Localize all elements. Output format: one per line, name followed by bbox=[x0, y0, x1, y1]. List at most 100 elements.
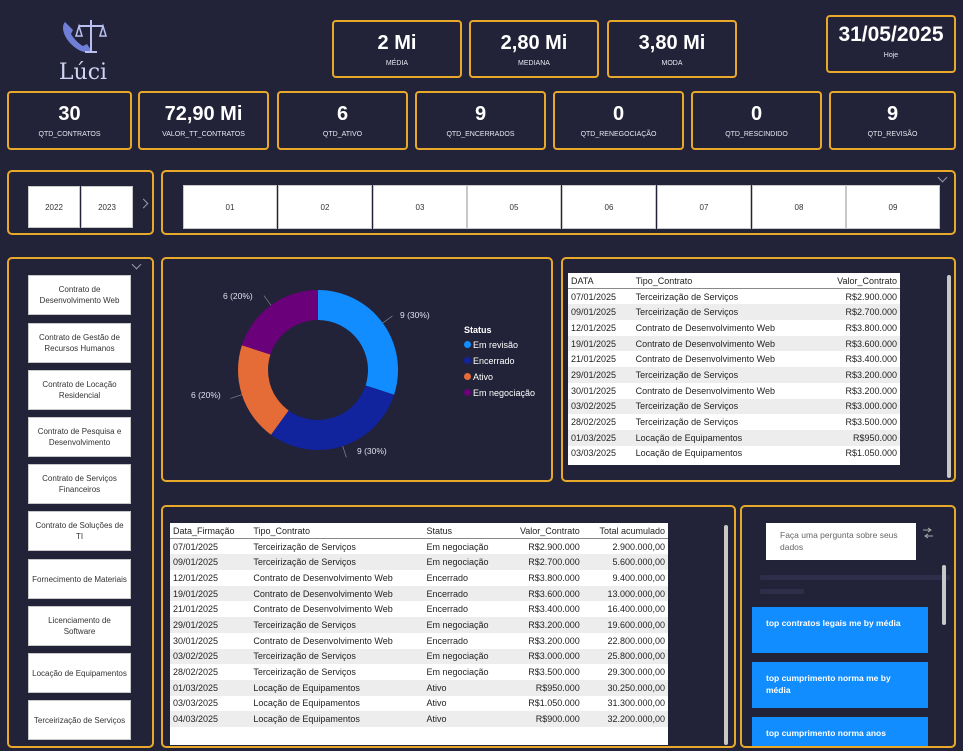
table-row[interactable]: 01/03/2025 Locação de Equipamentos Ativo R$… bbox=[170, 679, 668, 696]
table-header-cell[interactable]: Status bbox=[423, 523, 505, 540]
kpi-label: QTD_REVISÃO bbox=[867, 131, 918, 138]
kpi-label: MODA bbox=[661, 60, 683, 67]
chevron-down-icon[interactable] bbox=[131, 259, 142, 270]
table-row[interactable]: 03/02/2025 Terceirização de Serviços R$3.0… bbox=[568, 398, 900, 415]
table-row[interactable]: 12/01/2025 Contrato de Desenvolvimento We… bbox=[170, 570, 668, 586]
table-row[interactable]: 03/02/2025 Terceirização de Serviços Em ne… bbox=[170, 648, 668, 665]
table-row[interactable]: 09/01/2025 Terceirização de Serviços Em ne… bbox=[170, 554, 668, 571]
kpi-hoje: 31/05/2025 Hoje bbox=[826, 15, 956, 73]
type-button[interactable]: Fornecimento de Materiais bbox=[28, 559, 131, 599]
table-row[interactable]: 29/01/2025 Terceirização de Serviços R$3.2… bbox=[568, 367, 900, 383]
month-button[interactable]: 02 bbox=[278, 185, 372, 229]
type-button[interactable]: Locação de Equipamentos bbox=[28, 653, 131, 693]
suggestion-button[interactable]: top cumprimento norma me by média bbox=[752, 662, 928, 708]
table-header-cell[interactable]: Valor_Contrato bbox=[816, 273, 900, 290]
kpi-value: 9 bbox=[474, 103, 487, 125]
month-button[interactable]: 05 bbox=[467, 185, 561, 229]
table-cell: 16.400.000,00 bbox=[607, 604, 665, 615]
table-header-cell[interactable]: Tipo_Contrato bbox=[632, 273, 817, 290]
kpi-value: 0 bbox=[612, 103, 625, 125]
kpi-value: 31/05/2025 bbox=[838, 23, 944, 46]
type-button[interactable]: Contrato de Desenvolvimento Web bbox=[28, 275, 131, 315]
scrollbar[interactable] bbox=[947, 275, 951, 478]
table-cell: 29.300.000,00 bbox=[607, 667, 665, 678]
table-row[interactable]: 21/01/2025 Contrato de Desenvolvimento We… bbox=[568, 351, 900, 367]
table-cell: Locação de Equipamentos bbox=[632, 429, 817, 446]
table-header-cell[interactable]: Valor_Contrato bbox=[504, 523, 583, 540]
year-button-2022[interactable]: 2022 bbox=[28, 186, 80, 228]
legend-item-ativo[interactable]: Ativo bbox=[464, 372, 535, 382]
table-header-cell[interactable]: DATA bbox=[568, 273, 633, 290]
scrollbar[interactable] bbox=[942, 565, 946, 625]
kpi-label: MÉDIA bbox=[385, 60, 409, 67]
table-header-cell[interactable]: Tipo_Contrato bbox=[250, 523, 424, 540]
month-button[interactable]: 09 bbox=[846, 185, 940, 229]
type-button[interactable]: Licenciamento de Software bbox=[28, 606, 131, 646]
table-header-cell[interactable]: Total acumulado bbox=[582, 523, 668, 540]
scrollbar[interactable] bbox=[724, 525, 728, 745]
kpi-valor-tt: 72,90 Mi VALOR_TT_CONTRATOS bbox=[138, 91, 269, 150]
table-cell: R$2.700.000 bbox=[504, 554, 583, 571]
table-row[interactable]: 21/01/2025 Contrato de Desenvolvimento We… bbox=[170, 601, 668, 617]
table-cell: Ativo bbox=[423, 711, 505, 727]
donut-slice-em-revisão[interactable] bbox=[318, 290, 398, 395]
table-row[interactable]: 03/03/2025 Locação de Equipamentos R$1.050… bbox=[568, 446, 900, 462]
table-cell: Encerrado bbox=[426, 635, 468, 646]
table-row[interactable]: 12/01/2025 Contrato de Desenvolvimento We… bbox=[568, 320, 900, 336]
table-cell: 12/01/2025 bbox=[571, 322, 617, 333]
table-row[interactable]: 07/01/2025 Terceirização de Serviços R$2.9… bbox=[568, 289, 900, 305]
kpi-qtd-renegociacao: 0 QTD_RENEGOCIAÇÃO bbox=[553, 91, 684, 150]
contract-type-slicer: Contrato de Desenvolvimento Web Contrato… bbox=[7, 257, 154, 748]
chevron-down-icon[interactable] bbox=[937, 172, 948, 183]
month-button[interactable]: 06 bbox=[562, 185, 656, 229]
donut-slice-em-negociação[interactable] bbox=[241, 290, 318, 355]
year-button-2023[interactable]: 2023 bbox=[81, 186, 133, 228]
accumulated-table-container: Data_Firmação Tipo_Contrato Status Valor_Co… bbox=[170, 523, 668, 745]
table-row[interactable]: 03/03/2025 Locação de Equipamentos Ativo R$… bbox=[170, 696, 668, 712]
table-row[interactable]: 19/01/2025 Contrato de Desenvolvimento We… bbox=[568, 335, 900, 352]
table-row[interactable]: 28/02/2025 Terceirização de Serviços Em ne… bbox=[170, 664, 668, 680]
table-row[interactable]: 28/02/2025 Terceirização de Serviços R$3.5… bbox=[568, 414, 900, 430]
table-row[interactable]: 29/01/2025 Terceirização de Serviços Em ne… bbox=[170, 617, 668, 633]
table-cell: R$1.050.000 bbox=[528, 698, 580, 709]
table-cell: 09/01/2025 bbox=[568, 304, 633, 321]
table-row[interactable]: 07/01/2025 Terceirização de Serviços Em ne… bbox=[170, 539, 668, 555]
suggestion-button[interactable]: top contratos legais me by média bbox=[752, 607, 928, 653]
table-row[interactable]: 19/01/2025 Contrato de Desenvolvimento We… bbox=[170, 585, 668, 602]
month-button[interactable]: 03 bbox=[373, 185, 467, 229]
table-cell: 32.200.000,00 bbox=[582, 711, 668, 727]
chevron-right-icon[interactable] bbox=[138, 198, 149, 209]
donut-slice-encerrado[interactable] bbox=[270, 385, 395, 450]
table-row[interactable]: 04/03/2025 Locação de Equipamentos Ativo R$… bbox=[170, 711, 668, 727]
table-row[interactable]: 09/01/2025 Terceirização de Serviços R$2.7… bbox=[568, 304, 900, 321]
settings-icon[interactable] bbox=[922, 527, 934, 539]
type-button[interactable]: Contrato de Gestão de Recursos Humanos bbox=[28, 323, 131, 363]
type-button[interactable]: Contrato de Locação Residencial bbox=[28, 370, 131, 410]
legend-item-encerrado[interactable]: Encerrado bbox=[464, 356, 535, 366]
type-button[interactable]: Contrato de Pesquisa e Desenvolvimento bbox=[28, 417, 131, 457]
qa-input[interactable]: Faça uma pergunta sobre seus dados bbox=[766, 523, 916, 560]
kpi-mediana: 2,80 Mi MEDIANA bbox=[469, 20, 599, 78]
legend-item-em-negociacao[interactable]: Em negociação bbox=[464, 388, 535, 398]
table-cell: R$950.000 bbox=[816, 429, 900, 446]
type-button[interactable]: Contrato de Serviços Financeiros bbox=[28, 464, 131, 504]
table-cell: 12/01/2025 bbox=[173, 572, 219, 583]
qa-hint-line bbox=[760, 575, 950, 580]
accumulated-table: Data_Firmação Tipo_Contrato Status Valor_Co… bbox=[170, 523, 668, 727]
kpi-value: 2 Mi bbox=[377, 32, 417, 54]
table-row[interactable]: 01/03/2025 Locação de Equipamentos R$950.0… bbox=[568, 429, 900, 446]
table-header-cell[interactable]: Data_Firmação bbox=[170, 523, 251, 540]
type-button[interactable]: Terceirização de Serviços bbox=[28, 700, 131, 740]
kpi-label: QTD_ATIVO bbox=[322, 131, 363, 138]
type-button[interactable]: Contrato de Soluções de TI bbox=[28, 511, 131, 551]
kpi-value: 2,80 Mi bbox=[500, 32, 568, 54]
table-cell: Encerrado bbox=[426, 572, 468, 583]
month-button[interactable]: 08 bbox=[752, 185, 846, 229]
month-button[interactable]: 01 bbox=[183, 185, 277, 229]
suggestion-button[interactable]: top cumprimento norma anos bbox=[752, 717, 928, 746]
month-button[interactable]: 07 bbox=[657, 185, 751, 229]
table-row[interactable]: 30/01/2025 Contrato de Desenvolvimento We… bbox=[568, 383, 900, 399]
table-row[interactable]: 30/01/2025 Contrato de Desenvolvimento We… bbox=[170, 633, 668, 649]
kpi-qtd-ativo: 6 QTD_ATIVO bbox=[277, 91, 408, 150]
legend-item-em-revisao[interactable]: Em revisão bbox=[464, 340, 535, 350]
